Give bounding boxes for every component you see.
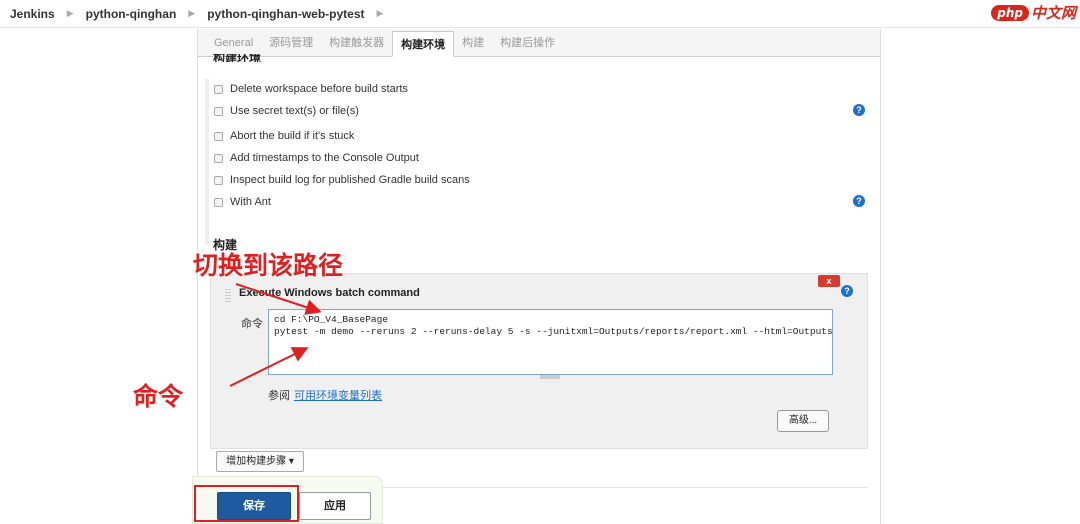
logo-cn-text: 中文网 bbox=[1030, 4, 1076, 22]
env-options-rail bbox=[205, 79, 209, 245]
textarea-resize-handle[interactable] bbox=[540, 375, 560, 379]
section-divider bbox=[358, 487, 868, 488]
env-vars-link[interactable]: 可用环境变量列表 bbox=[294, 390, 382, 402]
drag-handle-icon[interactable] bbox=[225, 289, 231, 303]
see-also-prefix: 参阅 bbox=[268, 390, 290, 402]
php-cn-logo: php 中文网 bbox=[991, 2, 1076, 23]
checkbox[interactable] bbox=[214, 106, 223, 116]
option-label: Delete workspace before build starts bbox=[230, 83, 408, 95]
breadcrumb: Jenkins ▶ python-qinghan ▶ python-qingha… bbox=[0, 0, 1080, 28]
advanced-button[interactable]: 高级... bbox=[777, 410, 829, 432]
logo-php-text: php bbox=[991, 4, 1029, 21]
add-build-step-label: 增加构建步骤 bbox=[226, 456, 287, 467]
breadcrumb-separator-icon: ▶ bbox=[66, 8, 74, 18]
breadcrumb-jenkins[interactable]: Jenkins bbox=[10, 7, 55, 21]
tab-general[interactable]: General bbox=[206, 30, 261, 56]
save-highlight-box bbox=[194, 485, 299, 522]
option-label: Add timestamps to the Console Output bbox=[230, 152, 419, 164]
annotation-command: 命令 bbox=[133, 382, 184, 411]
caret-down-icon: ▾ bbox=[288, 456, 294, 467]
breadcrumb-separator-icon[interactable]: ▶ bbox=[377, 8, 384, 19]
command-label: 命令 bbox=[241, 318, 263, 330]
tab-post-build[interactable]: 构建后操作 bbox=[492, 30, 563, 56]
option-label: Abort the build if it's stuck bbox=[230, 130, 355, 142]
config-tabs: General 源码管理 构建触发器 构建环境 构建 构建后操作 bbox=[198, 29, 880, 57]
breadcrumb-folder[interactable]: python-qinghan bbox=[86, 7, 177, 21]
help-icon[interactable]: ? bbox=[853, 104, 865, 116]
option-label: Use secret text(s) or file(s) bbox=[230, 105, 359, 117]
help-icon[interactable]: ? bbox=[841, 285, 853, 297]
checkbox[interactable] bbox=[214, 153, 223, 163]
checkbox[interactable] bbox=[214, 84, 223, 94]
option-delete-workspace[interactable]: Delete workspace before build starts bbox=[214, 83, 408, 95]
apply-button[interactable]: 应用 bbox=[299, 492, 371, 520]
breadcrumb-separator-icon: ▶ bbox=[188, 8, 196, 18]
delete-step-button[interactable]: x bbox=[818, 275, 840, 287]
option-abort-stuck[interactable]: Abort the build if it's stuck bbox=[214, 130, 354, 142]
annotation-switch-path: 切换到该路径 bbox=[193, 251, 344, 280]
tab-build[interactable]: 构建 bbox=[454, 30, 492, 56]
command-textarea[interactable]: cd F:\PO_V4_BasePage pytest -m demo --re… bbox=[268, 309, 833, 375]
option-gradle-scans[interactable]: Inspect build log for published Gradle b… bbox=[214, 174, 470, 186]
option-with-ant[interactable]: With Ant bbox=[214, 196, 271, 208]
tab-build-environment[interactable]: 构建环境 bbox=[392, 31, 455, 57]
option-secret-text[interactable]: Use secret text(s) or file(s) bbox=[214, 105, 359, 117]
see-also: 参阅 可用环境变量列表 bbox=[268, 387, 382, 403]
help-icon[interactable]: ? bbox=[853, 195, 865, 207]
add-build-step-button[interactable]: 增加构建步骤 ▾ bbox=[216, 451, 304, 472]
build-step-title: Execute Windows batch command bbox=[239, 287, 420, 299]
option-label: Inspect build log for published Gradle b… bbox=[230, 174, 470, 186]
tab-source-code[interactable]: 源码管理 bbox=[261, 30, 321, 56]
breadcrumb-job[interactable]: python-qinghan-web-pytest bbox=[207, 7, 364, 21]
option-timestamps[interactable]: Add timestamps to the Console Output bbox=[214, 152, 419, 164]
env-section-title: 构建环境 bbox=[213, 54, 262, 62]
tab-build-triggers[interactable]: 构建触发器 bbox=[321, 30, 392, 56]
build-step-windows-batch: Execute Windows batch command x 命令 cd F:… bbox=[210, 273, 868, 449]
checkbox[interactable] bbox=[214, 197, 223, 207]
option-label: With Ant bbox=[230, 196, 271, 208]
checkbox[interactable] bbox=[214, 131, 223, 141]
checkbox[interactable] bbox=[214, 175, 223, 185]
